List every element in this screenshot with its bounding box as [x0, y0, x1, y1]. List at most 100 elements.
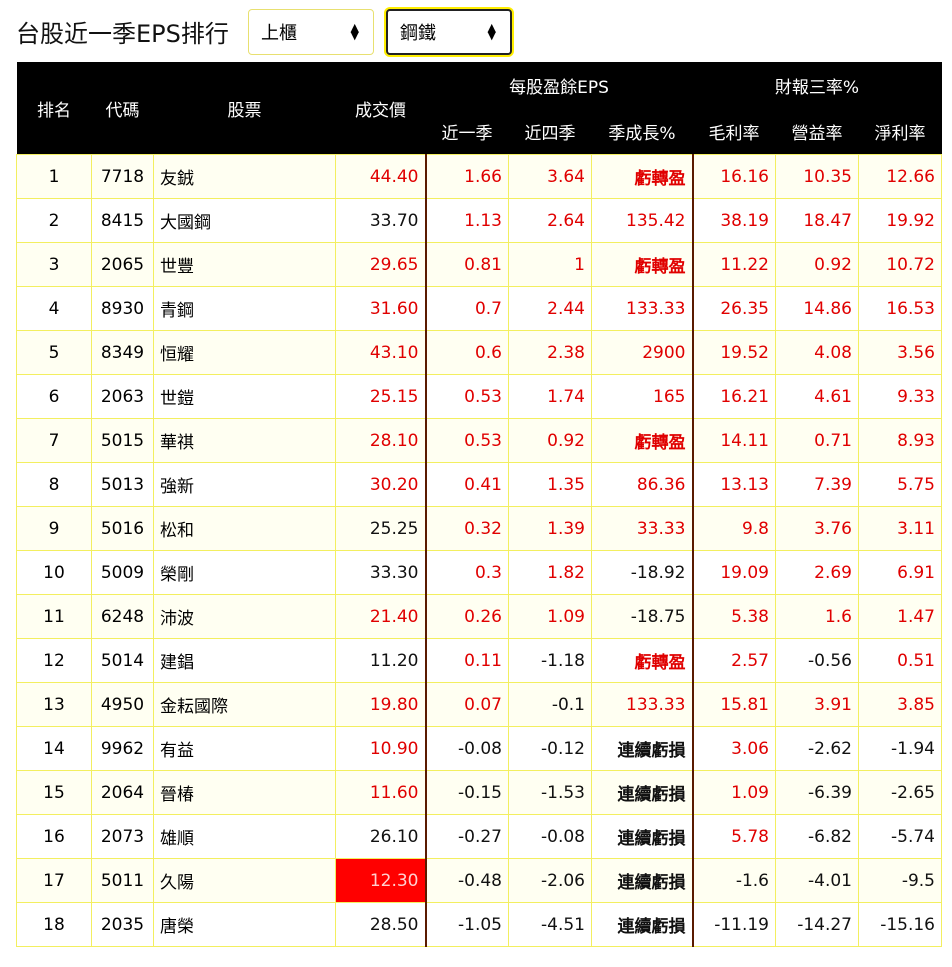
- cell-code: 5016: [91, 506, 154, 551]
- table-row[interactable]: 10 5009 榮剛 33.30 0.3 1.82 -18.92 19.09 2.69 6.91: [16, 550, 942, 595]
- cell-stock: 榮剛: [153, 550, 336, 595]
- cell-eps-4q: -4.51: [508, 902, 592, 947]
- cell-code: 5009: [91, 550, 154, 595]
- table-row[interactable]: 8 5013 強新 30.20 0.41 1.35 86.36 13.13 7.39 5.75: [16, 462, 942, 507]
- cell-operating-margin: 2.69: [775, 550, 859, 595]
- cell-price: 26.10: [335, 814, 427, 859]
- header-stock[interactable]: 股票: [153, 62, 336, 155]
- table-row[interactable]: 6 2063 世鎧 25.15 0.53 1.74 165 16.21 4.61 9.33: [16, 374, 942, 419]
- header-net[interactable]: 淨利率: [858, 108, 942, 155]
- cell-eps-4q: -1.18: [508, 638, 592, 683]
- cell-code: 9962: [91, 726, 154, 771]
- cell-growth: 135.42: [591, 198, 694, 243]
- header-gross[interactable]: 毛利率: [692, 108, 776, 155]
- cell-eps-4q: 3.64: [508, 154, 592, 199]
- table-row[interactable]: 2 8415 大國鋼 33.70 1.13 2.64 135.42 38.19 18.47 19.…: [16, 198, 942, 243]
- cell-eps-q: 0.11: [425, 638, 509, 683]
- table-row[interactable]: 11 6248 沛波 21.40 0.26 1.09 -18.75 5.38 1.6 1.47: [16, 594, 942, 639]
- cell-operating-margin: 10.35: [775, 154, 859, 199]
- cell-gross-margin: 9.8: [692, 506, 776, 551]
- cell-eps-q: -0.08: [425, 726, 509, 771]
- cell-eps-q: -0.15: [425, 770, 509, 815]
- header-price[interactable]: 成交價: [335, 62, 426, 155]
- cell-code: 5015: [91, 418, 154, 463]
- cell-growth: 虧轉盈: [591, 154, 694, 199]
- table-row[interactable]: 13 4950 金耘國際 19.80 0.07 -0.1 133.33 15.81 3.91 3.…: [16, 682, 942, 727]
- cell-stock: 友銊: [153, 154, 336, 199]
- cell-price: 29.65: [335, 242, 427, 287]
- cell-gross-margin: 3.06: [692, 726, 776, 771]
- header-rank[interactable]: 排名: [16, 62, 92, 155]
- cell-eps-q: 0.41: [425, 462, 509, 507]
- header-growth[interactable]: 季成長%: [591, 108, 693, 155]
- cell-price: 33.30: [335, 550, 427, 595]
- cell-gross-margin: -1.6: [692, 858, 776, 903]
- cell-gross-margin: 13.13: [692, 462, 776, 507]
- table-row[interactable]: 16 2073 雄順 26.10 -0.27 -0.08 連續虧損 5.78 -6.82 -5.7…: [16, 814, 942, 859]
- cell-price: 12.30: [335, 858, 427, 903]
- cell-growth: 133.33: [591, 286, 694, 331]
- cell-code: 2065: [91, 242, 154, 287]
- cell-operating-margin: -2.62: [775, 726, 859, 771]
- cell-rank: 16: [16, 814, 92, 859]
- cell-growth: 連續虧損: [591, 902, 694, 947]
- cell-operating-margin: 3.76: [775, 506, 859, 551]
- cell-code: 7718: [91, 154, 154, 199]
- header-eps-q[interactable]: 近一季: [425, 108, 509, 155]
- cell-operating-margin: 1.6: [775, 594, 859, 639]
- cell-price: 10.90: [335, 726, 427, 771]
- cell-operating-margin: -6.39: [775, 770, 859, 815]
- cell-eps-4q: 2.64: [508, 198, 592, 243]
- cell-rank: 5: [16, 330, 92, 375]
- table-row[interactable]: 15 2064 晉椿 11.60 -0.15 -1.53 連續虧損 1.09 -6.39 -2.6…: [16, 770, 942, 815]
- table-row[interactable]: 17 5011 久陽 12.30 -0.48 -2.06 連續虧損 -1.6 -4.01 -9.5: [16, 858, 942, 903]
- cell-eps-4q: 1: [508, 242, 592, 287]
- table-row[interactable]: 12 5014 建錩 11.20 0.11 -1.18 虧轉盈 2.57 -0.56 0.51: [16, 638, 942, 683]
- cell-eps-4q: 1.39: [508, 506, 592, 551]
- cell-eps-q: 0.32: [425, 506, 509, 551]
- cell-eps-q: -0.48: [425, 858, 509, 903]
- cell-net-margin: 6.91: [858, 550, 942, 595]
- header-code[interactable]: 代碼: [91, 62, 154, 155]
- cell-gross-margin: 5.38: [692, 594, 776, 639]
- table-row[interactable]: 9 5016 松和 25.25 0.32 1.39 33.33 9.8 3.76 3.11: [16, 506, 942, 551]
- cell-eps-q: 1.13: [425, 198, 509, 243]
- header-operating[interactable]: 營益率: [775, 108, 859, 155]
- cell-operating-margin: -4.01: [775, 858, 859, 903]
- cell-rank: 13: [16, 682, 92, 727]
- cell-stock: 建錩: [153, 638, 336, 683]
- cell-price: 33.70: [335, 198, 427, 243]
- table-row[interactable]: 5 8349 恒耀 43.10 0.6 2.38 2900 19.52 4.08 3.56: [16, 330, 942, 375]
- table-row[interactable]: 3 2065 世豐 29.65 0.81 1 虧轉盈 11.22 0.92 10.72: [16, 242, 942, 287]
- header-eps-4q[interactable]: 近四季: [508, 108, 592, 155]
- cell-rank: 1: [16, 154, 92, 199]
- cell-stock: 恒耀: [153, 330, 336, 375]
- cell-net-margin: -5.74: [858, 814, 942, 859]
- table-row[interactable]: 4 8930 青鋼 31.60 0.7 2.44 133.33 26.35 14.86 16.53: [16, 286, 942, 331]
- market-select[interactable]: 上櫃 ▲ ▼: [248, 9, 374, 55]
- table-row[interactable]: 18 2035 唐榮 28.50 -1.05 -4.51 連續虧損 -11.19 -14.27-…: [16, 902, 942, 947]
- table-row[interactable]: 14 9962 有益 10.90 -0.08 -0.12 連續虧損 3.06 -2.62 -1.9…: [16, 726, 942, 771]
- cell-eps-q: 0.07: [425, 682, 509, 727]
- cell-rank: 11: [16, 594, 92, 639]
- cell-stock: 沛波: [153, 594, 336, 639]
- table-row[interactable]: 7 5015 華祺 28.10 0.53 0.92 虧轉盈 14.11 0.71 8.93: [16, 418, 942, 463]
- cell-code: 2063: [91, 374, 154, 419]
- cell-operating-margin: 3.91: [775, 682, 859, 727]
- cell-price: 25.15: [335, 374, 427, 419]
- cell-growth: 33.33: [591, 506, 694, 551]
- cell-price: 21.40: [335, 594, 427, 639]
- cell-stock: 青鋼: [153, 286, 336, 331]
- cell-growth: 86.36: [591, 462, 694, 507]
- page-title: 台股近一季EPS排行: [16, 20, 229, 48]
- cell-operating-margin: 14.86: [775, 286, 859, 331]
- table-row[interactable]: 1 7718 友銊 44.40 1.66 3.64 虧轉盈 16.16 10.35 12.66: [16, 154, 942, 199]
- cell-gross-margin: 19.52: [692, 330, 776, 375]
- cell-growth: 虧轉盈: [591, 242, 694, 287]
- cell-eps-4q: -0.08: [508, 814, 592, 859]
- cell-eps-4q: 1.35: [508, 462, 592, 507]
- cell-rank: 4: [16, 286, 92, 331]
- industry-select[interactable]: 鋼鐵 ▲ ▼: [386, 9, 512, 55]
- cell-eps-q: 0.81: [425, 242, 509, 287]
- cell-operating-margin: 0.71: [775, 418, 859, 463]
